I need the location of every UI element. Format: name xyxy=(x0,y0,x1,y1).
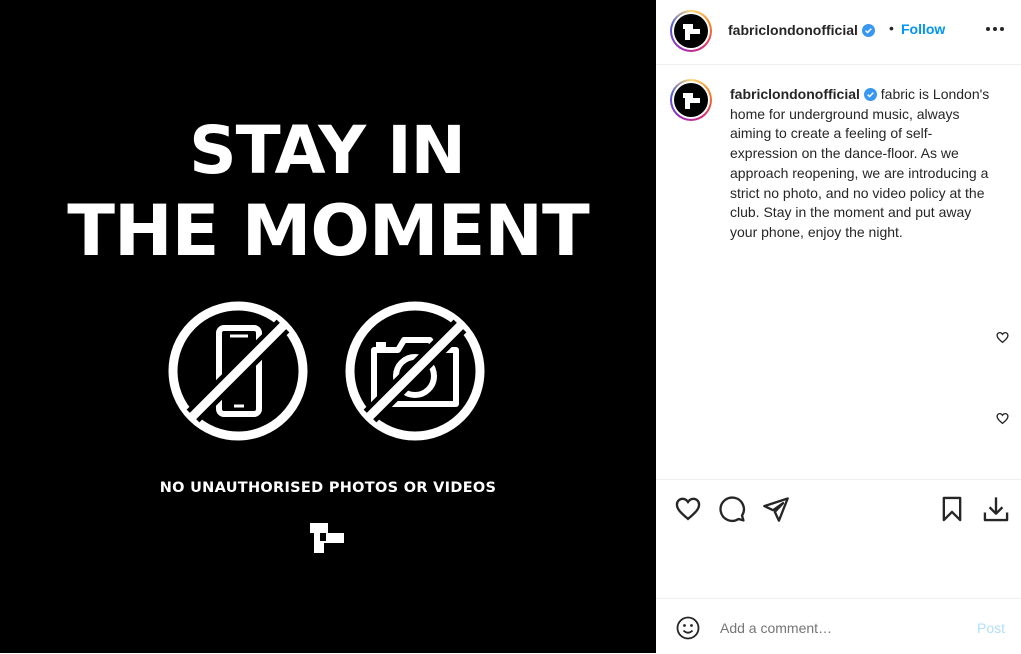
caption-avatar[interactable] xyxy=(670,79,712,121)
verified-badge-icon xyxy=(861,24,875,37)
more-options-icon[interactable] xyxy=(984,18,1006,40)
no-camera-icon xyxy=(345,301,485,441)
share-icon[interactable] xyxy=(762,494,790,524)
post-side-panel: fabriclondonofficial • Follow fabriclond… xyxy=(656,0,1021,653)
caption-body: fabric is London's home for underground … xyxy=(730,86,990,240)
headline-line-2: THE MOMENT xyxy=(67,190,590,272)
fabric-logo-icon xyxy=(310,523,344,553)
caption-area: fabriclondonofficial fabric is London's … xyxy=(656,65,1021,480)
no-phone-icon xyxy=(168,301,308,441)
fabric-logo-icon xyxy=(683,24,700,40)
heart-icon[interactable] xyxy=(674,494,702,524)
header-username[interactable]: fabriclondonofficial xyxy=(728,22,875,38)
comment-icon[interactable] xyxy=(718,494,746,524)
like-comment-heart-icon[interactable] xyxy=(996,331,1009,344)
comment-bar: Post xyxy=(656,598,1021,654)
action-bar xyxy=(656,479,1021,600)
caption-username[interactable]: fabriclondonofficial xyxy=(730,86,860,102)
headline-line-1: STAY IN xyxy=(189,112,466,189)
download-icon[interactable] xyxy=(982,494,1010,524)
post-button[interactable]: Post xyxy=(977,620,1005,636)
verified-badge-icon xyxy=(863,88,877,101)
post-header: fabriclondonofficial • Follow xyxy=(656,0,1021,65)
comment-input[interactable] xyxy=(718,619,952,637)
separator-dot: • xyxy=(889,20,894,36)
post-image[interactable]: STAY IN THE MOMENT NO UNAUTHORISED PHOTO… xyxy=(0,0,656,653)
emoji-icon[interactable] xyxy=(676,616,700,640)
like-comment-heart-icon[interactable] xyxy=(996,412,1009,425)
avatar[interactable] xyxy=(670,10,712,52)
follow-button[interactable]: Follow xyxy=(901,21,945,37)
caption-text: fabriclondonofficial fabric is London's … xyxy=(730,85,1000,243)
username-text[interactable]: fabriclondonofficial xyxy=(728,22,858,38)
disclaimer-text: NO UNAUTHORISED PHOTOS OR VIDEOS xyxy=(159,480,497,496)
fabric-logo-icon xyxy=(683,93,700,109)
save-icon[interactable] xyxy=(938,494,966,524)
